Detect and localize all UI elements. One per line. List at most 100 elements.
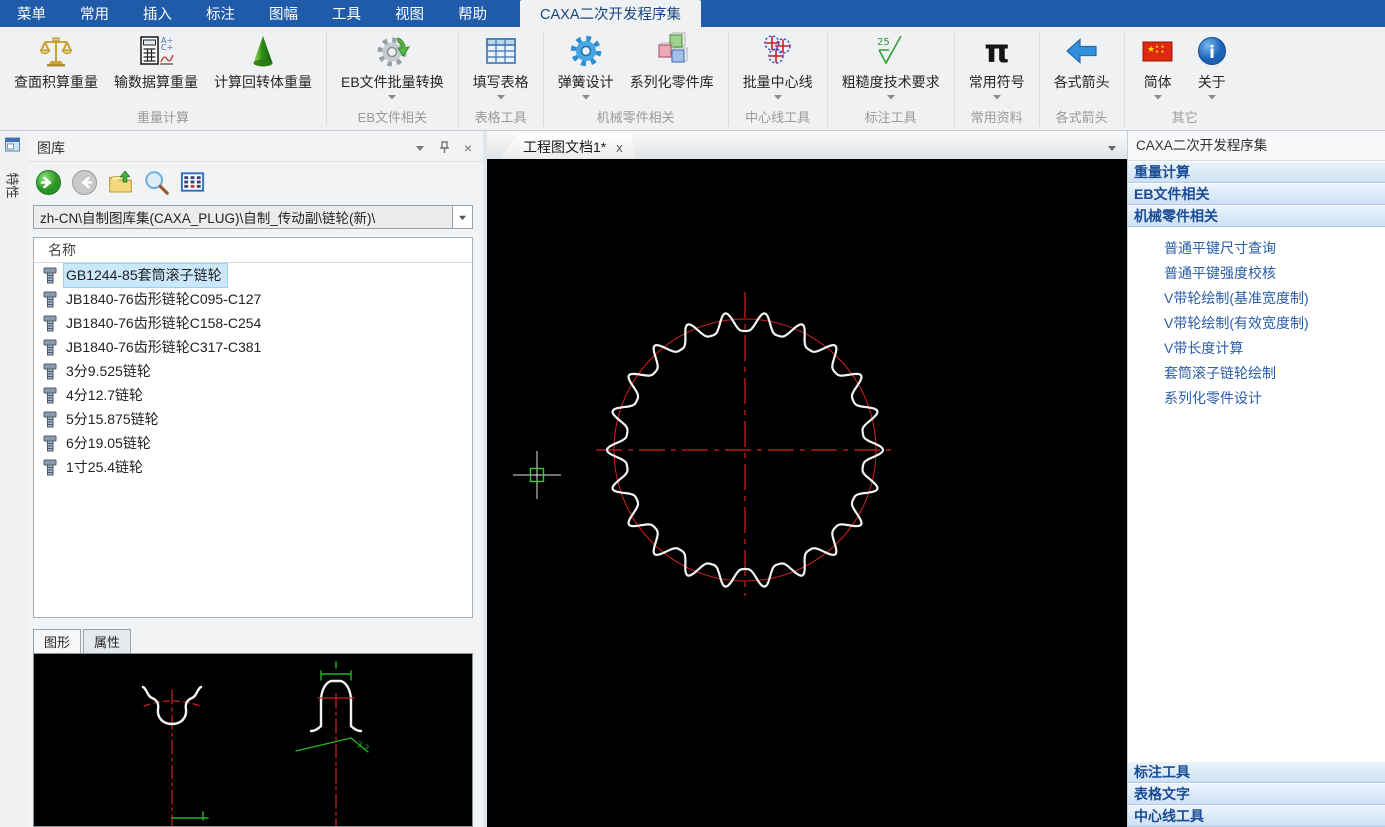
list-item[interactable]: GB1244-85套筒滚子链轮 [34, 263, 472, 287]
ribbon-button-label: 粗糙度技术要求 [842, 72, 940, 92]
ribbon-button-2-0[interactable]: 填写表格 [465, 29, 537, 101]
accordion-bottom-section-0[interactable]: 标注工具 [1128, 761, 1385, 783]
plugin-link[interactable]: V带轮绘制(有效宽度制) [1128, 310, 1385, 335]
folder-up-icon[interactable] [107, 169, 134, 196]
dropdown-arrow-icon[interactable] [497, 93, 505, 101]
ribbon-button-8-0[interactable]: ★ ★ ★ ★ ★简体 [1131, 29, 1185, 101]
accordion-section-2[interactable]: 机械零件相关 [1128, 205, 1385, 227]
ribbon-button-5-0[interactable]: 25 粗糙度技术要求 [834, 29, 948, 101]
dropdown-arrow-icon[interactable] [774, 93, 782, 101]
menu-item-7[interactable]: 帮助 [441, 0, 504, 27]
ribbon-button-label: 填写表格 [473, 72, 529, 92]
list-item[interactable]: 5分15.875链轮 [34, 407, 472, 431]
list-item[interactable]: 1寸25.4链轮 [34, 455, 472, 479]
ribbon-button-4-0[interactable]: 批量中心线 [735, 29, 821, 101]
accordion-bottom-section-1[interactable]: 表格文字 [1128, 783, 1385, 805]
dropdown-arrow-icon[interactable] [1154, 93, 1162, 101]
menu-item-5[interactable]: 工具 [315, 0, 378, 27]
library-path-input[interactable] [33, 205, 452, 229]
preview-drawing: 3.2 [34, 654, 472, 826]
library-tab-0[interactable]: 图形 [33, 629, 81, 654]
list-item-label: 4分12.7链轮 [63, 383, 149, 408]
plugin-link[interactable]: 普通平键强度校核 [1128, 260, 1385, 285]
combo-dropdown-button[interactable] [452, 205, 473, 229]
bolt-icon [42, 410, 59, 429]
document-tab[interactable]: 工程图文档1* x [501, 135, 635, 159]
cone-icon [244, 32, 282, 70]
dropdown-arrow-icon[interactable] [582, 93, 590, 101]
plugin-link[interactable]: 套筒滚子链轮绘制 [1128, 360, 1385, 385]
dropdown-arrow-icon[interactable] [887, 93, 895, 101]
dropdown-arrow-icon[interactable] [388, 93, 396, 101]
menu-item-4[interactable]: 图幅 [252, 0, 315, 27]
menu-item-1[interactable]: 常用 [63, 0, 126, 27]
calculator-icon: A÷ C+ [137, 32, 175, 70]
menu-item-0[interactable]: 菜单 [0, 0, 63, 27]
flag-cn-icon: ★ ★ ★ ★ ★ [1139, 32, 1177, 70]
dropdown-arrow-icon[interactable] [1208, 93, 1216, 101]
list-item[interactable]: JB1840-76齿形链轮C158-C254 [34, 311, 472, 335]
list-item[interactable]: JB1840-76齿形链轮C095-C127 [34, 287, 472, 311]
list-item[interactable]: 6分19.05链轮 [34, 431, 472, 455]
ribbon-group-label: 其它 [1172, 105, 1198, 130]
back-icon[interactable] [35, 169, 62, 196]
list-item-label: GB1244-85套筒滚子链轮 [63, 263, 228, 288]
bolt-icon [42, 362, 59, 381]
ribbon-group-4: 批量中心线中心线工具 [729, 27, 827, 130]
document-area: 工程图文档1* x [487, 131, 1127, 827]
forward-icon[interactable] [71, 169, 98, 196]
bolt-icon [42, 458, 59, 477]
grid-view-icon[interactable] [179, 169, 206, 196]
ribbon-button-6-0[interactable]: π常用符号 [961, 29, 1033, 101]
ribbon-button-3-0[interactable]: 弹簧设计 [550, 29, 622, 101]
bolt-icon [42, 314, 59, 333]
tab-close-icon[interactable]: x [616, 140, 623, 155]
menu-item-2[interactable]: 插入 [126, 0, 189, 27]
close-icon[interactable]: × [459, 140, 477, 156]
bolt-icon [42, 290, 59, 309]
ribbon-button-label: 简体 [1144, 72, 1172, 92]
tab-list-dropdown-icon[interactable] [1107, 139, 1117, 157]
ribbon-button-0-1[interactable]: A÷ C+ 输数据算重量 [106, 29, 206, 92]
ribbon-button-1-0[interactable]: EB文件批量转换 [333, 29, 452, 101]
list-item[interactable]: 3分9.525链轮 [34, 359, 472, 383]
list-item[interactable]: JB1840-76齿形链轮C317-C381 [34, 335, 472, 359]
list-item[interactable]: 4分12.7链轮 [34, 383, 472, 407]
plugin-link[interactable]: 普通平键尺寸查询 [1128, 235, 1385, 260]
plugin-link[interactable]: V带长度计算 [1128, 335, 1385, 360]
ribbon-button-8-1[interactable]: i关于 [1185, 29, 1239, 101]
ribbon-button-0-0[interactable]: 查面积算重量 [6, 29, 106, 92]
ribbon-tab-active[interactable]: CAXA二次开发程序集 [520, 0, 701, 27]
dropdown-arrow-icon[interactable] [993, 93, 1001, 101]
ribbon-button-label: 各式箭头 [1054, 72, 1110, 92]
pin-icon[interactable] [435, 140, 453, 156]
plugin-panel-title: CAXA二次开发程序集 [1128, 131, 1385, 161]
drawing-canvas[interactable] [487, 159, 1127, 827]
ribbon-button-0-2[interactable]: 计算回转体重量 [206, 29, 320, 92]
panel-dock-icon[interactable] [4, 136, 22, 154]
search-icon[interactable] [143, 169, 170, 196]
ribbon-button-3-1[interactable]: 系列化零件库 [622, 29, 722, 92]
plugin-link[interactable]: 系列化零件设计 [1128, 385, 1385, 410]
ribbon-button-label: 输数据算重量 [114, 72, 198, 92]
bolt-icon [42, 434, 59, 453]
svg-text:i: i [1209, 43, 1215, 63]
ribbon-button-7-0[interactable]: 各式箭头 [1046, 29, 1118, 92]
accordion-bottom-section-2[interactable]: 中心线工具 [1128, 805, 1385, 827]
ribbon-group-label: 中心线工具 [745, 105, 810, 130]
menu-item-6[interactable]: 视图 [378, 0, 441, 27]
list-item-label: 5分15.875链轮 [63, 407, 165, 432]
library-toolbar [35, 167, 206, 197]
chevron-down-icon[interactable] [411, 140, 429, 156]
library-tab-1[interactable]: 属性 [83, 629, 131, 653]
accordion-section-1[interactable]: EB文件相关 [1128, 183, 1385, 205]
plugin-link[interactable]: V带轮绘制(基准宽度制) [1128, 285, 1385, 310]
list-column-header[interactable]: 名称 [34, 238, 472, 263]
menu-item-3[interactable]: 标注 [189, 0, 252, 27]
bolt-icon [42, 338, 59, 357]
ribbon-group-label: EB文件相关 [358, 105, 427, 130]
vertical-tab-label: 特性 [4, 172, 23, 198]
accordion-section-0[interactable]: 重量计算 [1128, 161, 1385, 183]
sidebar-vertical-tab-properties[interactable]: 特性 [1, 159, 25, 211]
ribbon-group-8: ★ ★ ★ ★ ★简体 i关于其它 [1125, 27, 1245, 130]
